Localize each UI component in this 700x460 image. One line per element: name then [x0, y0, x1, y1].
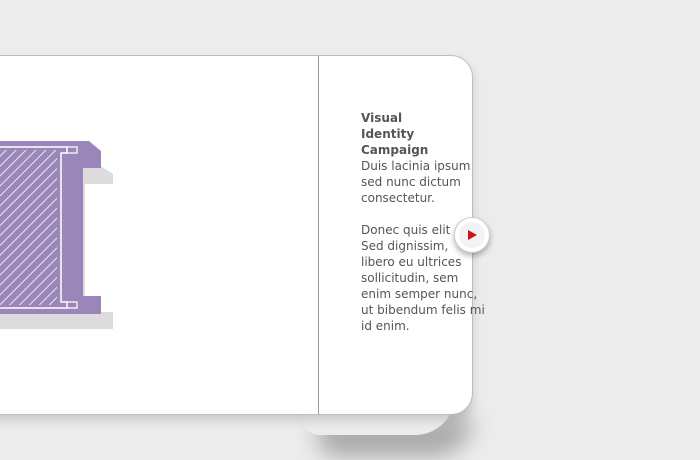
next-slide-button-inner — [459, 222, 485, 248]
description-paragraph-1: Duis lacinia ipsum sed nunc dictum conse… — [361, 159, 471, 205]
panel-divider — [318, 56, 319, 414]
graphic-hatch — [0, 150, 57, 305]
next-slide-button[interactable] — [454, 217, 490, 253]
stage: Visual Identity Campaign Duis lacinia ip… — [0, 0, 700, 460]
identity-graphic — [0, 141, 113, 329]
play-arrow-icon — [468, 230, 477, 240]
campaign-title: Visual Identity Campaign — [361, 111, 429, 157]
